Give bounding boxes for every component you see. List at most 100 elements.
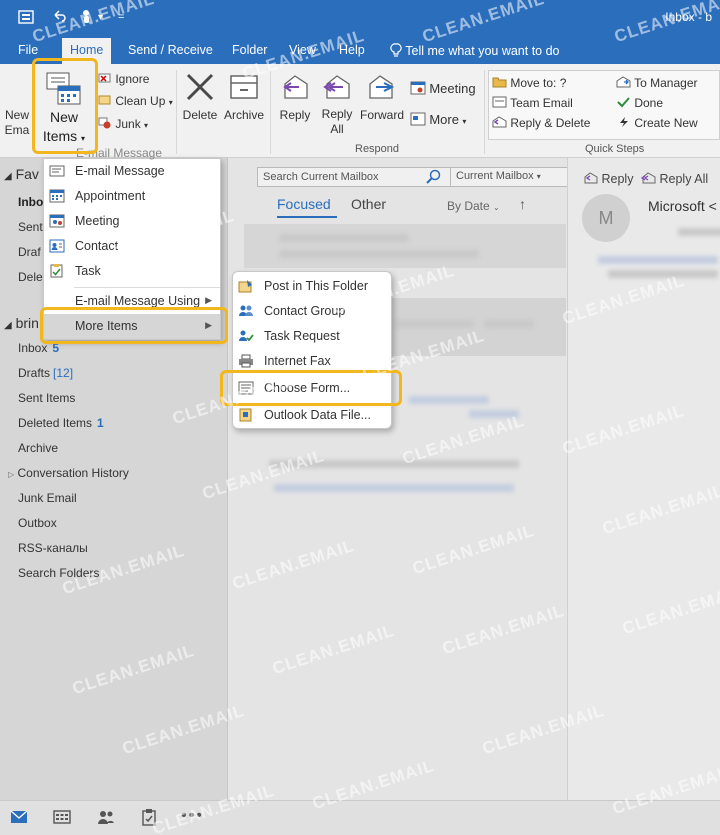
menu-item-task[interactable]: Task (44, 259, 220, 284)
reading-reply-all-button[interactable]: Reply All (640, 172, 708, 186)
fav-item-drafts[interactable]: Draf (18, 245, 41, 259)
menu-item-more-items[interactable]: More Items ▶ (44, 314, 220, 339)
folder-conversation-history[interactable]: ▷ Conversation History (8, 466, 129, 480)
folder-archive[interactable]: Archive (18, 441, 58, 455)
draft-count: [12] (53, 366, 74, 380)
new-items-button[interactable]: New Items ▾ (38, 66, 90, 152)
forward-label: Forward (359, 108, 404, 122)
junk-dropdown-icon: ▾ (144, 121, 149, 130)
search-icon[interactable] (426, 169, 442, 188)
forward-button[interactable]: Forward (358, 72, 406, 122)
folder-name: Deleted Items (18, 416, 93, 430)
qs-to-manager[interactable]: To Manager (616, 76, 698, 91)
tasks-icon[interactable] (141, 808, 157, 829)
folder-deleted-items[interactable]: Deleted Items 1 (18, 416, 104, 430)
delete-button[interactable]: Delete (180, 72, 220, 122)
tab-view[interactable]: View (289, 43, 316, 57)
qa-dropdown-icon[interactable]: ▾ (98, 12, 103, 23)
tab-file[interactable]: File (18, 43, 38, 57)
menu-item-post-in-folder[interactable]: Post in This Folder (233, 274, 391, 299)
separator (176, 70, 177, 154)
collapse-arrow-icon: ◢ (4, 171, 12, 182)
meeting-label: Meeting (429, 81, 476, 96)
menu-item-email-message-using[interactable]: E-mail Message Using ▶ (44, 289, 220, 314)
new-items-label-1: New (49, 109, 78, 125)
submenu-arrow-icon: ▶ (205, 320, 212, 330)
more-respond-button[interactable]: More ▾ (410, 112, 466, 129)
fav-item-inbox[interactable]: Inbo (18, 195, 43, 209)
qs-create-new[interactable]: Create New (616, 116, 698, 131)
sort-direction-icon[interactable]: ↑ (519, 196, 526, 212)
menu-item-email-message[interactable]: E-mail Message (44, 159, 220, 184)
message-row-blurred[interactable] (244, 224, 566, 268)
reply-all-label-1: Reply (321, 107, 353, 121)
qs-team-email[interactable]: Team Email (492, 96, 573, 111)
menu-item-choose-form[interactable]: Choose Form... (233, 376, 391, 401)
tab-folder[interactable]: Folder (232, 43, 267, 57)
touch-mode-icon[interactable] (80, 9, 96, 29)
fav-item-deleted[interactable]: Dele (18, 270, 43, 284)
account-header[interactable]: ◢ brin (4, 315, 39, 331)
calendar-icon[interactable] (53, 810, 71, 827)
menu-item-label: Task (75, 264, 101, 278)
meeting-button[interactable]: Meeting (410, 81, 476, 98)
undo-icon[interactable] (52, 9, 66, 27)
clean-up-button[interactable]: Clean Up ▾ (98, 94, 173, 109)
archive-icon (222, 72, 266, 105)
focused-underline (277, 216, 337, 218)
folder-sent-items[interactable]: Sent Items (18, 391, 75, 405)
menu-item-outlook-data-file[interactable]: Outlook Data File... (233, 403, 391, 428)
qs-reply-delete[interactable]: Reply & Delete (492, 116, 590, 131)
submenu-arrow-icon: ▶ (205, 295, 212, 305)
ghost-menu-header: E-mail Message (76, 146, 163, 160)
respond-group-label: Respond (355, 143, 400, 155)
fav-item-sent[interactable]: Sent (18, 220, 43, 234)
search-input[interactable]: Search Current Mailbox (263, 171, 379, 183)
folder-search-folders[interactable]: Search Folders (18, 566, 99, 580)
more-modules-icon[interactable]: ••• (181, 807, 204, 825)
menu-item-contact[interactable]: Contact (44, 234, 220, 259)
folder-junk-email[interactable]: Junk Email (18, 491, 77, 505)
lightning-icon (616, 116, 631, 131)
module-bar: ••• (0, 800, 720, 835)
tab-home[interactable]: Home (62, 38, 112, 64)
mail-icon[interactable] (10, 810, 28, 827)
folder-outbox[interactable]: Outbox (18, 516, 57, 530)
junk-button[interactable]: Junk ▾ (98, 117, 148, 132)
qs-done[interactable]: Done (616, 96, 663, 111)
reply-button[interactable]: Reply (276, 72, 314, 122)
tab-help[interactable]: Help (339, 43, 365, 57)
message-list: Search Current Mailbox Current Mailbox ▾… (229, 158, 677, 800)
tab-other[interactable]: Other (351, 196, 386, 212)
sort-by-date[interactable]: By Date ⌄ (447, 199, 500, 213)
archive-button[interactable]: Archive (222, 72, 266, 122)
new-email-button[interactable]: New Ema (2, 108, 32, 138)
folder-name: Drafts (18, 366, 51, 380)
tab-send-receive[interactable]: Send / Receive (128, 43, 213, 57)
menu-item-task-request[interactable]: Task Request (233, 324, 391, 349)
folder-inbox[interactable]: Inbox 5 (18, 341, 59, 355)
favorites-header[interactable]: ◢ Fav (4, 166, 39, 182)
tab-focused[interactable]: Focused (277, 196, 331, 212)
folder-rss[interactable]: RSS-каналы (18, 541, 88, 555)
menu-item-meeting[interactable]: Meeting (44, 209, 220, 234)
sort-label: By Date (447, 199, 490, 213)
reply-all-button[interactable]: Reply All (318, 72, 356, 137)
menu-item-contact-group[interactable]: Contact Group (233, 299, 391, 324)
search-scope-dropdown[interactable]: Current Mailbox ▾ (450, 167, 556, 187)
qs-move-to[interactable]: Move to: ? (492, 76, 566, 91)
tell-me-box[interactable]: Tell me what you want to do (390, 43, 560, 58)
quick-steps-group-label: Quick Steps (585, 143, 645, 155)
data-file-icon (238, 408, 254, 422)
folder-name: Inbox (18, 341, 48, 355)
folder-drafts[interactable]: Drafts [12] (18, 366, 73, 380)
meeting-icon (49, 214, 65, 228)
people-icon[interactable] (97, 809, 115, 828)
menu-item-appointment[interactable]: Appointment (44, 184, 220, 209)
reading-reply-button[interactable]: Reply (584, 172, 633, 186)
qa-customize[interactable]: = (118, 11, 124, 23)
menu-item-internet-fax[interactable]: Internet Fax (233, 349, 391, 374)
app-icon[interactable] (18, 9, 36, 29)
ignore-button[interactable]: Ignore (98, 72, 149, 87)
unread-count: 5 (52, 341, 60, 355)
